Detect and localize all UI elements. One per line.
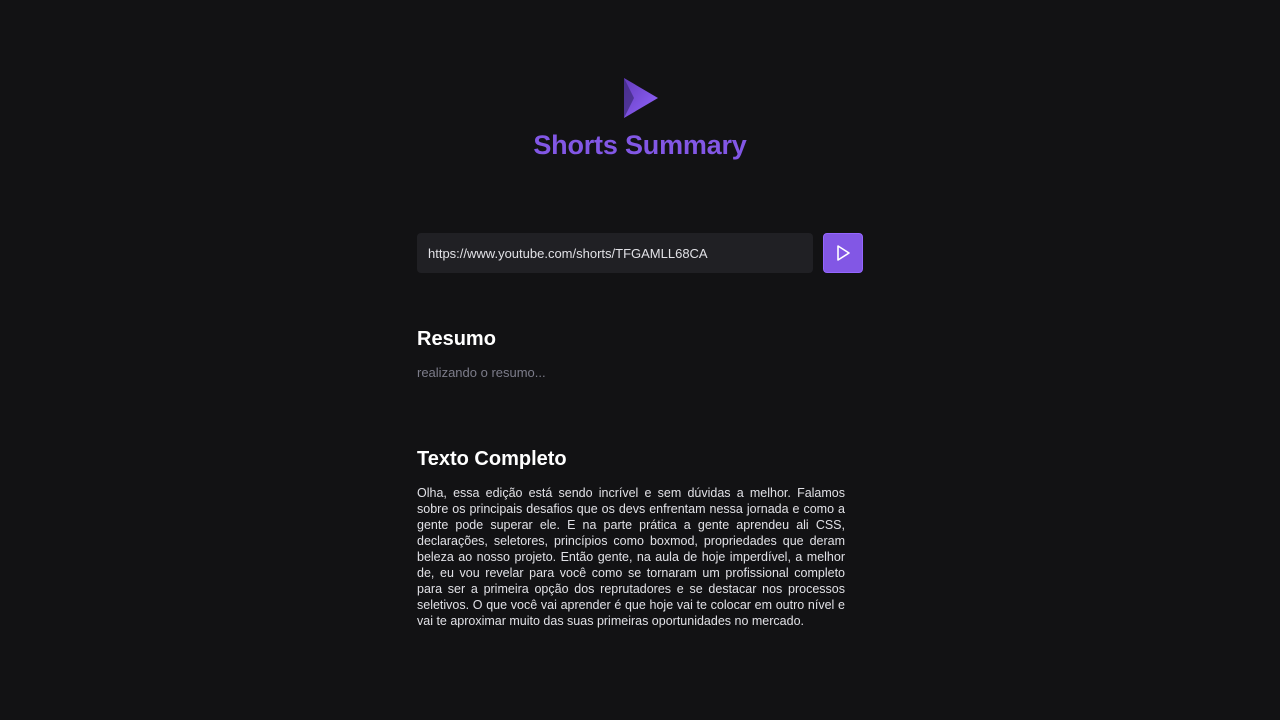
- summary-section: Resumo realizando o resumo...: [417, 328, 845, 380]
- full-text-content: Olha, essa edição está sendo incrível e …: [417, 486, 845, 628]
- app-header: Shorts Summary: [0, 76, 1280, 161]
- submit-button[interactable]: [823, 233, 863, 273]
- app-title: Shorts Summary: [533, 130, 747, 160]
- url-input[interactable]: [417, 233, 813, 273]
- app-page: Shorts Summary Resumo realizando o resum…: [0, 0, 1280, 720]
- play-triangle-icon: [624, 78, 658, 118]
- url-form: [417, 233, 863, 273]
- full-text-section: Texto Completo Olha, essa edição está se…: [417, 448, 845, 629]
- full-text-heading: Texto Completo: [417, 448, 567, 470]
- summary-heading: Resumo: [417, 328, 496, 350]
- summary-status: realizando o resumo...: [417, 365, 546, 380]
- play-icon: [837, 245, 850, 261]
